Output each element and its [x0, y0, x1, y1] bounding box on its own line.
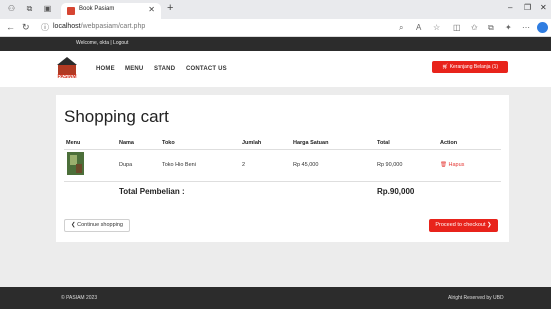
collections-icon[interactable]: ⧉ [488, 23, 494, 33]
extension-icon[interactable]: ✦ [505, 23, 512, 32]
url-path: /webpasiam/cart.php [80, 23, 146, 30]
favicon-icon [67, 7, 75, 15]
url-host: localhost [53, 23, 81, 30]
page-title: Shopping cart [64, 107, 169, 126]
logo-roof-shape [57, 57, 77, 65]
browser-tab-strip: ⚇ ⧉ ▣ Book Pasiam ✕ + – ❐ ✕ [0, 0, 551, 19]
site-info-icon[interactable]: ⓘ [41, 22, 49, 33]
refresh-icon[interactable]: ↻ [22, 22, 30, 33]
back-icon[interactable]: ← [6, 22, 15, 32]
cart-button-label: Keranjang Belanja (1) [449, 64, 499, 70]
site-footer: © PASIAM 2023 Alright Reserved by UBD [0, 287, 551, 309]
column-header-menu: Menu [66, 140, 81, 146]
read-aloud-icon[interactable]: A [416, 23, 421, 32]
footer-copyright: © PASIAM 2023 [61, 295, 98, 301]
continue-shopping-button[interactable]: ❮ Continue shopping [64, 219, 130, 232]
table-header-divider [64, 149, 501, 150]
nav-home[interactable]: HOME [96, 66, 115, 72]
profile-menu-icon[interactable]: ⚇ [6, 3, 17, 14]
shopping-cart-card: Shopping cart Menu Nama Toko Jumlah Harg… [56, 95, 509, 242]
favorite-star-icon[interactable]: ☆ [433, 23, 440, 32]
nav-menu[interactable]: MENU [125, 66, 143, 72]
nav-stand[interactable]: STAND [154, 66, 175, 72]
tab-close-icon[interactable]: ✕ [148, 5, 155, 14]
site-top-bar: Welcome, okta | Logout [0, 37, 551, 51]
url-field[interactable]: localhost/webpasiam/cart.php [53, 23, 145, 30]
column-header-harga-satuan: Harga Satuan [293, 140, 329, 146]
chevron-left-icon: ❮ [70, 222, 76, 228]
restore-button[interactable]: ❐ [524, 3, 531, 12]
new-tab-button[interactable]: + [167, 2, 173, 14]
workspaces-icon[interactable]: ⧉ [24, 3, 35, 14]
footer-rights: Alright Reserved by UBD [448, 295, 504, 301]
cell-quantity: 2 [242, 162, 246, 168]
nav-contact-us[interactable]: CONTACT US [186, 66, 227, 72]
chevron-right-icon: ❯ [487, 222, 492, 228]
column-header-action: Action [440, 140, 458, 146]
checkout-label: Proceed to checkout [435, 222, 486, 228]
cell-total: Rp 90,000 [377, 162, 403, 168]
proceed-to-checkout-button[interactable]: Proceed to checkout ❯ [429, 219, 498, 232]
column-header-nama: Nama [119, 140, 134, 146]
more-menu-icon[interactable]: ⋯ [522, 23, 530, 32]
cell-unit-price: Rp 45,000 [293, 162, 319, 168]
trash-icon: 🗑︎ [440, 162, 447, 168]
copilot-icon[interactable] [537, 22, 548, 33]
close-window-button[interactable]: ✕ [540, 3, 547, 12]
total-value: Rp.90,000 [377, 187, 415, 196]
tab-actions-icon[interactable]: ▣ [42, 3, 53, 14]
site-logo[interactable]: PASIAM [56, 57, 78, 83]
product-thumbnail [67, 152, 84, 175]
cart-button[interactable]: 🛒︎ Keranjang Belanja (1) [432, 61, 508, 73]
cell-store: Toko Hio Beni [162, 162, 196, 168]
address-bar: ← ↻ ⓘ localhost/webpasiam/cart.php ⌕ A ☆… [0, 19, 551, 37]
remove-item-link[interactable]: 🗑︎ Hapus [440, 162, 464, 168]
tab-title: Book Pasiam [79, 6, 115, 12]
cell-name: Dupa [119, 162, 133, 168]
total-label: Total Pembelian : [119, 187, 185, 196]
browser-tab[interactable]: Book Pasiam ✕ [61, 3, 161, 19]
search-icon[interactable]: ⌕ [399, 23, 403, 33]
table-row-divider [64, 181, 501, 182]
remove-item-label: Hapus [448, 162, 465, 168]
column-header-toko: Toko [162, 140, 175, 146]
continue-shopping-label: Continue shopping [77, 222, 123, 228]
cart-icon: 🛒︎ [441, 64, 449, 70]
minimize-button[interactable]: – [508, 3, 512, 12]
column-header-total: Total [377, 140, 390, 146]
logo-text: PASIAM [57, 74, 77, 80]
thumbnail-shadow-shape [76, 164, 82, 173]
welcome-logout-link[interactable]: Welcome, okta | Logout [76, 40, 128, 46]
favorites-icon[interactable]: ✩ [471, 23, 478, 32]
split-screen-icon[interactable]: ◫ [453, 23, 461, 32]
column-header-jumlah: Jumlah [242, 140, 262, 146]
site-navbar: PASIAM HOME MENU STAND CONTACT US 🛒︎ Ker… [0, 51, 551, 87]
